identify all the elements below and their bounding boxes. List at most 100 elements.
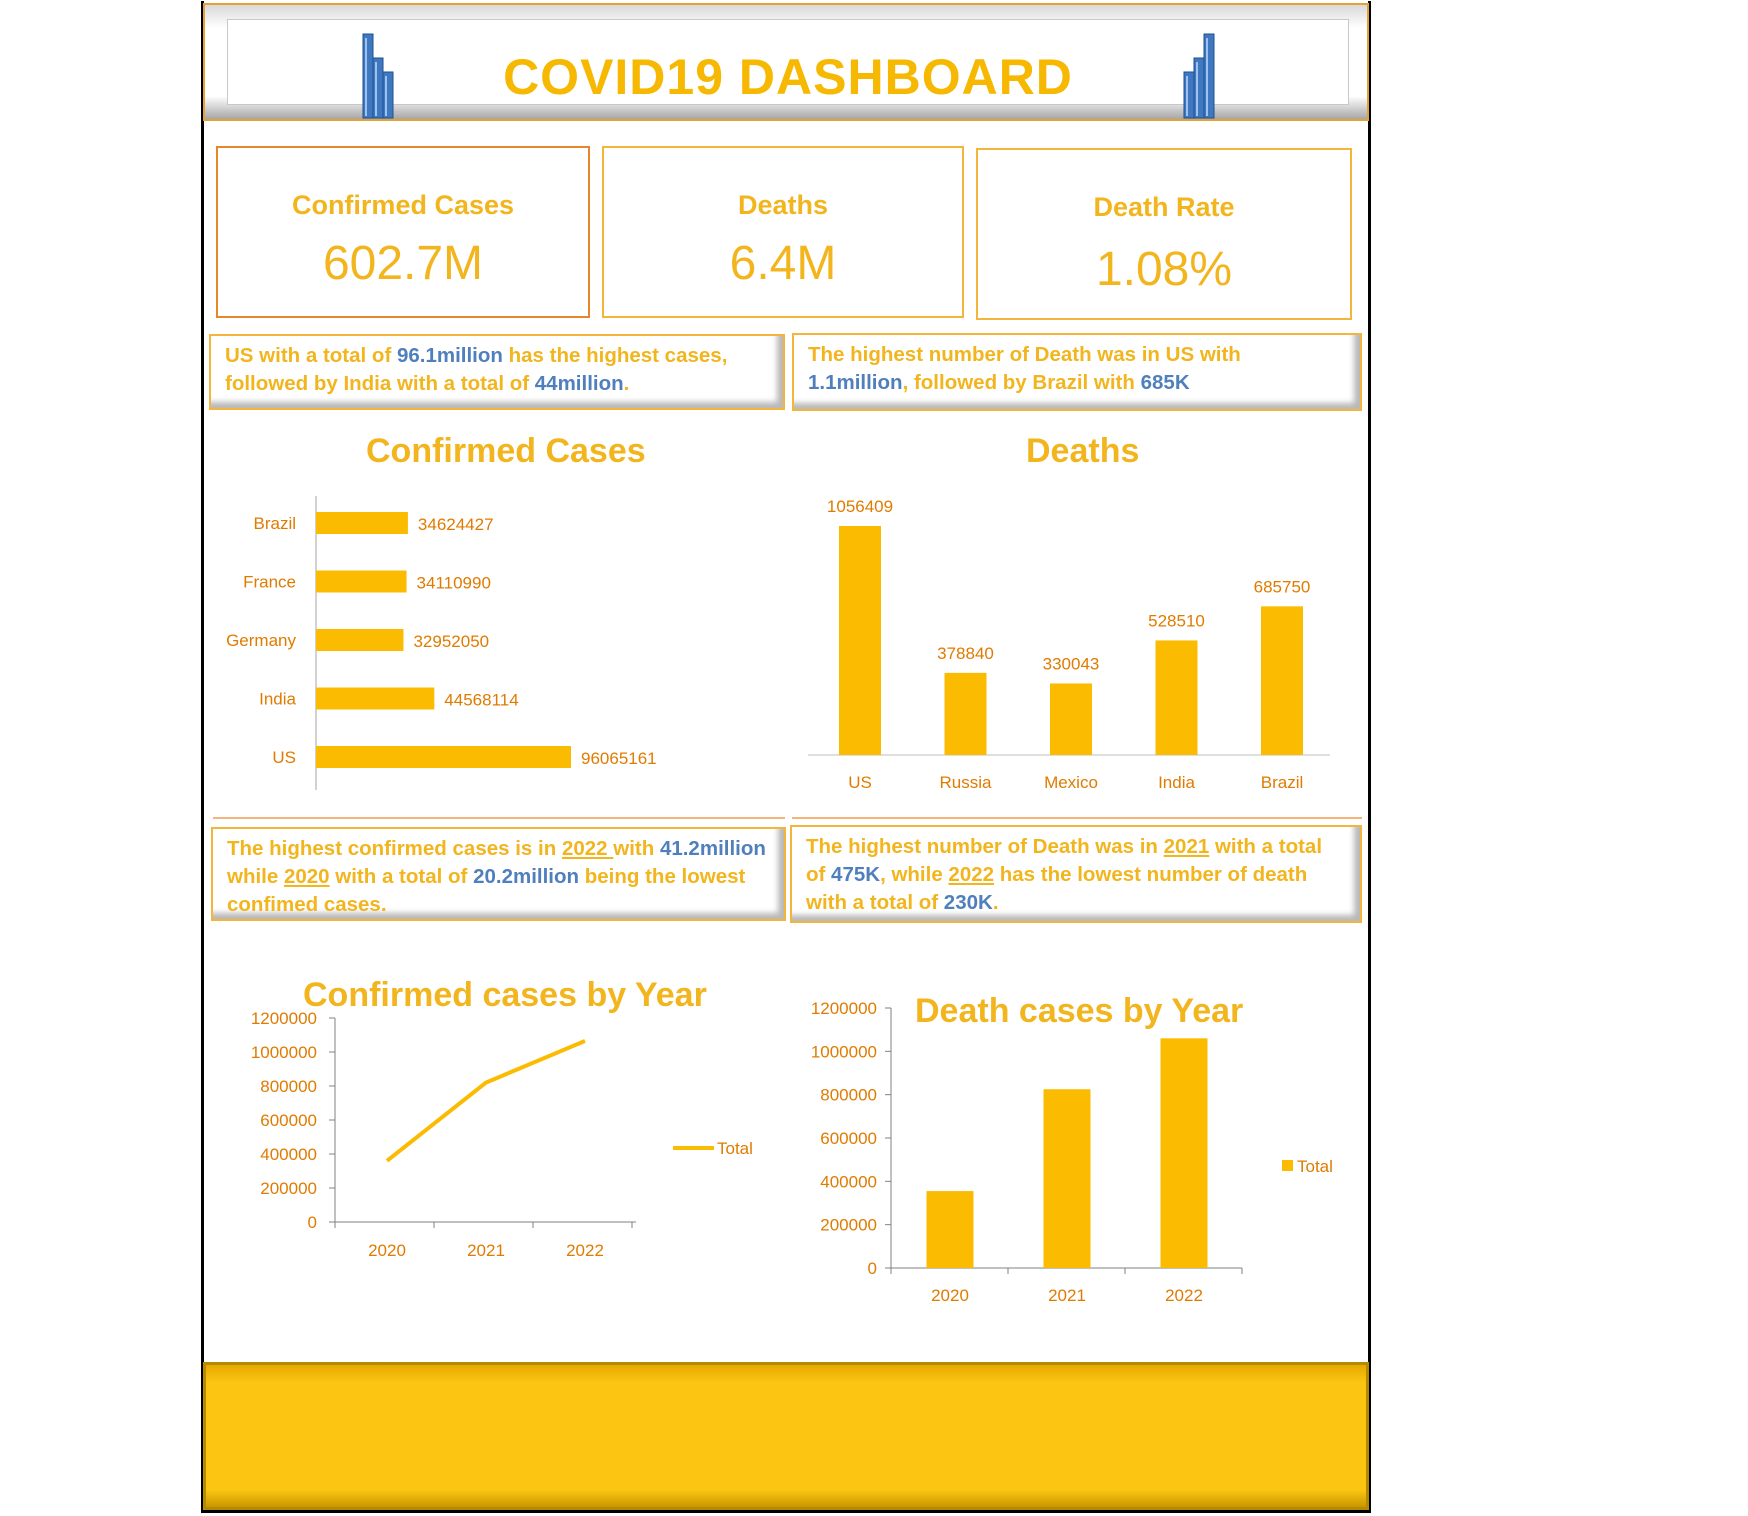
note-deaths-by-country: The highest number of Death was in US wi… [792, 333, 1362, 411]
kpi-label: Confirmed Cases [291, 190, 515, 220]
note-deaths-by-year: The highest number of Death was in 2021 … [790, 825, 1362, 923]
chart-title-deaths: Deaths [1026, 432, 1140, 470]
note-year: 2022 [561, 837, 614, 860]
note-year: 2021 [1163, 835, 1210, 858]
legend-label: Total [1297, 1157, 1333, 1176]
x-tick-label: 2021 [1048, 1286, 1086, 1305]
note-highlight: 96.1million [396, 344, 503, 367]
confirmed-cases-bar-chart: Brazil 34624427 France 34110990 Germany 32952… [226, 496, 657, 790]
kpi-value: 602.7M [322, 237, 484, 290]
data-label: 96065161 [581, 749, 657, 768]
note-cases-by-year: The highest confirmed cases is in 2022 w… [211, 827, 786, 921]
legend-swatch [1282, 1160, 1293, 1171]
y-tick-label: 200000 [260, 1179, 317, 1198]
kpi-value: 6.4M [729, 237, 837, 290]
note-cases-by-country: US with a total of 96.1million has the h… [209, 334, 785, 410]
bar [1261, 606, 1303, 755]
y-tick-label: 400000 [260, 1145, 317, 1164]
data-label: 44568114 [444, 691, 518, 710]
kpi-label: Deaths [737, 190, 829, 220]
category-label: Russia [940, 773, 993, 792]
category-label: US [272, 748, 296, 767]
note-text: The highest confirmed cases is in [227, 837, 562, 860]
note-year: 2022 [948, 863, 995, 886]
note-text: The highest number of Death was in [806, 835, 1164, 858]
x-tick-label: 2021 [467, 1241, 505, 1260]
y-tick-label: 600000 [260, 1111, 317, 1130]
bar [1043, 1089, 1091, 1268]
data-label: 378840 [937, 644, 994, 663]
kpi-confirmed-cases: Confirmed Cases 602.7M [216, 146, 590, 318]
kpi-death-rate: Death Rate 1.08% [976, 148, 1352, 320]
bar [1155, 640, 1198, 755]
y-tick-label: 800000 [820, 1086, 877, 1105]
y-tick-label: 1200000 [251, 1010, 317, 1028]
y-tick-label: 1000000 [811, 1042, 877, 1061]
legend-label: Total [717, 1139, 753, 1158]
category-label: US [848, 773, 872, 792]
note-text: . [992, 891, 999, 914]
bar [316, 570, 407, 593]
note-highlight: 475K [831, 863, 881, 886]
kpi-label: Death Rate [1093, 192, 1235, 222]
note-text: with [613, 837, 660, 860]
y-tick-label: 0 [308, 1213, 317, 1232]
chart-title-confirmed-cases: Confirmed Cases [366, 432, 646, 470]
y-tick-label: 1000000 [251, 1043, 317, 1062]
data-label: 34624427 [418, 515, 494, 534]
bar [316, 629, 404, 651]
note-text: , followed by Brazil with [902, 371, 1141, 394]
kpi-deaths: Deaths 6.4M [602, 146, 964, 318]
data-label: 528510 [1148, 611, 1205, 630]
note-text: with a total of [329, 865, 474, 888]
note-text: while [227, 865, 284, 888]
note-highlight: 44million [534, 372, 624, 395]
divider [213, 817, 785, 819]
note-text: , while [880, 863, 949, 886]
bar [1050, 683, 1092, 755]
deaths-bar-chart: 1056409 US 378840 Russia 330043 Mexico 528510 I… [808, 497, 1330, 792]
x-tick-label: 2020 [368, 1241, 406, 1260]
category-label: India [1158, 773, 1195, 792]
bar [316, 512, 408, 534]
kpi-value: 1.08% [1095, 243, 1233, 296]
data-label: 685750 [1254, 577, 1311, 596]
category-label: India [259, 690, 296, 709]
note-text: US with a total of [225, 344, 397, 367]
bar [944, 672, 987, 755]
x-tick-label: 2022 [566, 1241, 604, 1260]
category-label: France [243, 573, 296, 592]
confirmed-by-year-line-chart: 0 200000 400000 600000 800000 1000000 1200000 2… [251, 1010, 753, 1260]
y-tick-label: 400000 [820, 1172, 877, 1191]
data-label: 1056409 [827, 497, 893, 516]
bar [316, 687, 435, 710]
y-tick-label: 200000 [820, 1216, 877, 1235]
bar [839, 526, 881, 755]
bar [1160, 1038, 1208, 1268]
header-banner: COVID19 DASHBOARD [203, 3, 1369, 121]
page-title: COVID19 DASHBOARD [503, 49, 1073, 105]
y-tick-label: 0 [868, 1259, 877, 1278]
y-tick-label: 1200000 [811, 999, 877, 1018]
bar [316, 746, 571, 768]
series-line [385, 1039, 586, 1163]
bar-chart-icon [1183, 33, 1215, 119]
data-label: 34110990 [417, 574, 491, 593]
x-tick-label: 2022 [1165, 1286, 1203, 1305]
note-highlight: 230K [943, 891, 993, 914]
category-label: Brazil [253, 514, 296, 533]
data-label: 32952050 [413, 632, 489, 651]
y-tick-label: 600000 [820, 1129, 877, 1148]
note-text: . [623, 372, 630, 395]
category-label: Mexico [1044, 773, 1098, 792]
note-highlight: 685K [1140, 371, 1190, 394]
category-label: Germany [226, 631, 296, 650]
category-label: Brazil [1261, 773, 1304, 792]
x-tick-label: 2020 [931, 1286, 969, 1305]
note-year: 2020 [283, 865, 330, 888]
data-label: 330043 [1043, 654, 1100, 673]
note-text: The highest number of Death was in US wi… [808, 343, 1241, 366]
note-highlight: 41.2million [659, 837, 766, 860]
bar [926, 1191, 974, 1268]
divider [792, 817, 1362, 819]
